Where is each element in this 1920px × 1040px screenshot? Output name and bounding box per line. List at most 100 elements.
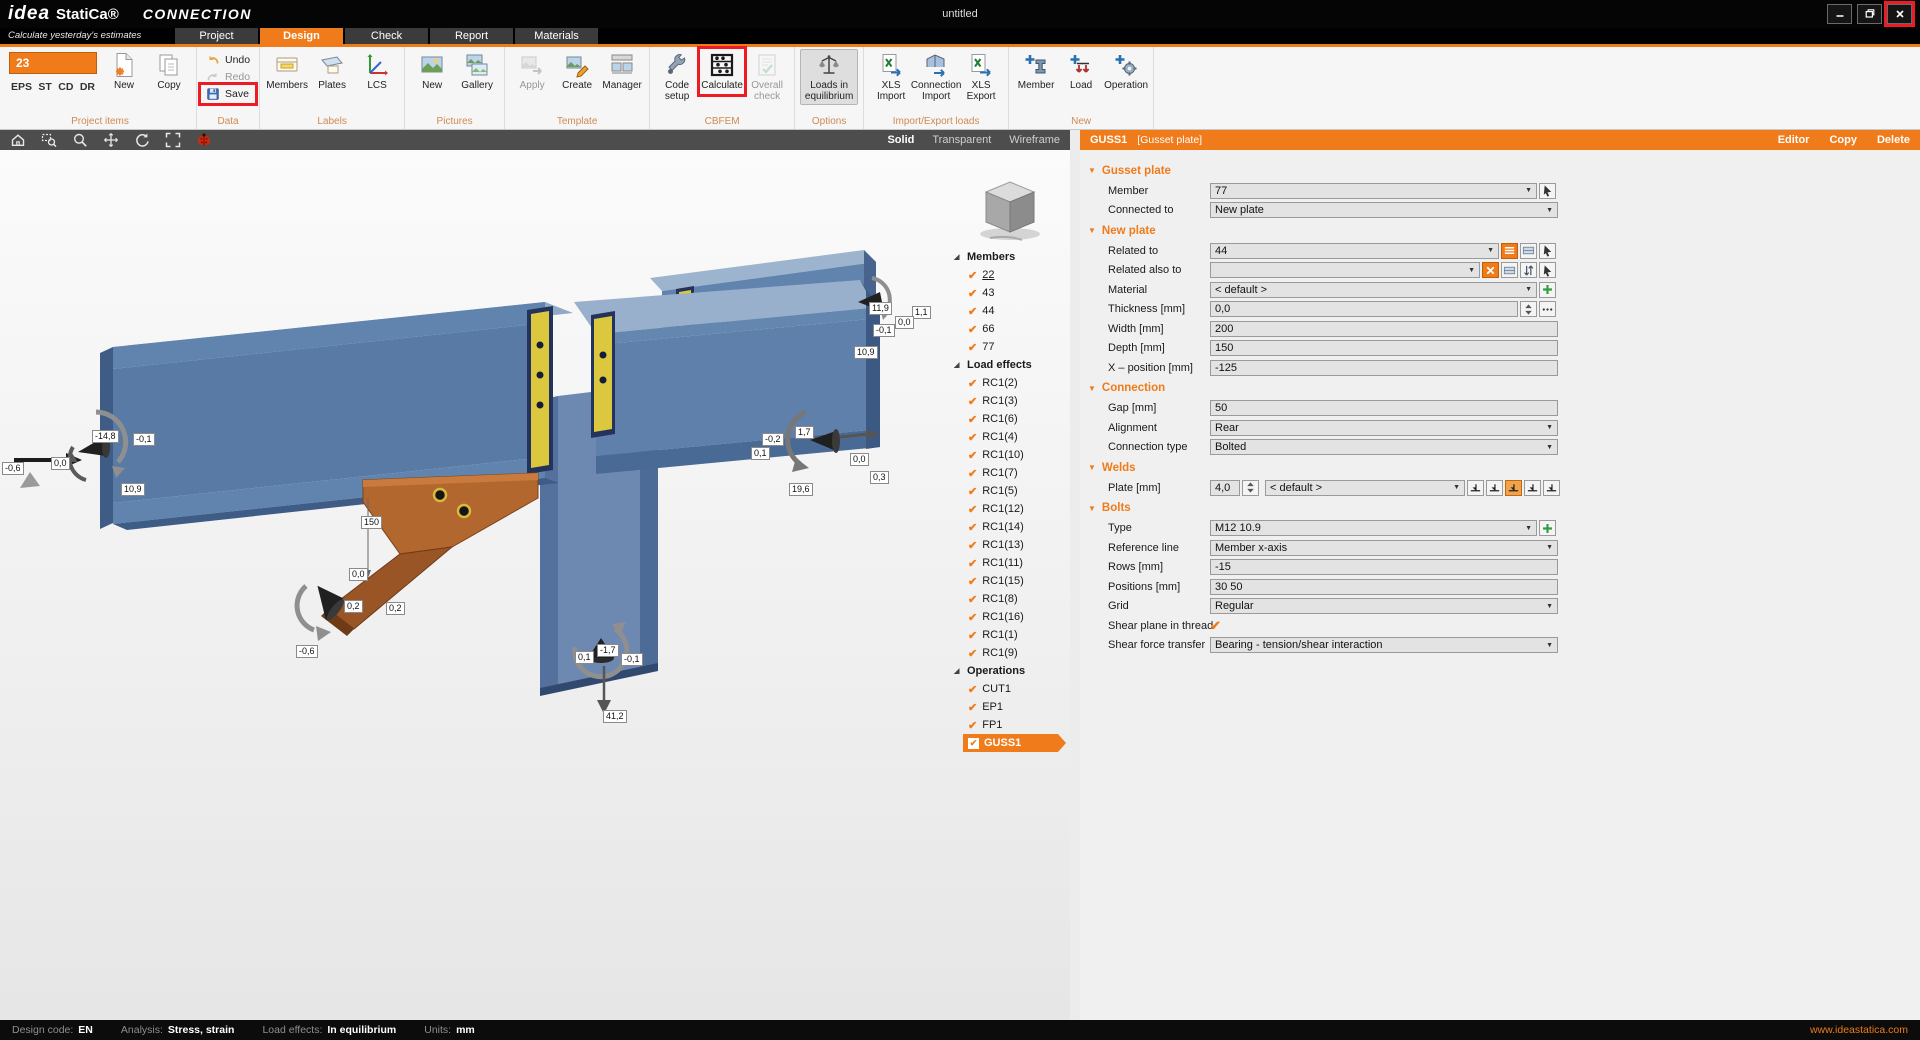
tree-section-load-effects[interactable]: ◢Load effects: [954, 356, 1066, 374]
copy-button[interactable]: Copy: [1829, 134, 1857, 146]
delete-button[interactable]: Delete: [1877, 134, 1910, 146]
width-mm-input[interactable]: 200: [1210, 321, 1558, 337]
tree-item-rc1-16[interactable]: ✔RC1(16): [954, 608, 1066, 626]
more-button[interactable]: [1539, 301, 1556, 317]
gallery-button[interactable]: Gallery: [455, 49, 499, 94]
members-button[interactable]: Members: [265, 49, 309, 94]
view-mode-solid[interactable]: Solid: [887, 134, 914, 146]
tree-item-rc1-2[interactable]: ✔RC1(2): [954, 374, 1066, 392]
weld-material-dropdown[interactable]: < default >▼: [1265, 480, 1465, 496]
tree-item-66[interactable]: ✔66: [954, 320, 1066, 338]
3d-scene-area[interactable]: 11,91,10,0-0,110,9-14,8-0,10,0-0,610,91,…: [0, 150, 1070, 1020]
connection-import-button[interactable]: Connection Import: [914, 49, 958, 105]
tree-section-members[interactable]: ◢Members: [954, 248, 1066, 266]
maximize-button[interactable]: [1857, 4, 1882, 24]
section-header-bolts[interactable]: ▼Bolts: [1080, 498, 1920, 519]
create-button[interactable]: Create: [555, 49, 599, 94]
tree-item-cut1[interactable]: ✔CUT1: [954, 680, 1066, 698]
zoom-window-icon[interactable]: [41, 132, 57, 148]
pick-button[interactable]: [1539, 183, 1556, 199]
overall-check-button[interactable]: Overall check: [745, 49, 789, 105]
gap-mm-input[interactable]: 50: [1210, 400, 1558, 416]
plate-gray-button[interactable]: [1520, 243, 1537, 259]
editor-button[interactable]: Editor: [1778, 134, 1810, 146]
shear-plane-in-thread-checkbox[interactable]: ✔: [1210, 618, 1221, 634]
weld-type-1-button[interactable]: [1467, 480, 1484, 496]
tree-item-rc1-7[interactable]: ✔RC1(7): [954, 464, 1066, 482]
undo-button[interactable]: Undo: [202, 52, 254, 68]
apply-button[interactable]: Apply: [510, 49, 554, 94]
xls-import-button[interactable]: XLS Import: [869, 49, 913, 105]
code-setup-button[interactable]: Code setup: [655, 49, 699, 105]
project-toggle-eps[interactable]: EPS: [11, 81, 32, 93]
type-dropdown[interactable]: M12 10.9▼: [1210, 520, 1537, 536]
right-fin-plate-3d[interactable]: [591, 311, 615, 438]
operation-button[interactable]: Operation: [1104, 49, 1148, 94]
pick-button[interactable]: [1539, 243, 1556, 259]
tree-item-rc1-13[interactable]: ✔RC1(13): [954, 536, 1066, 554]
section-header-welds[interactable]: ▼Welds: [1080, 457, 1920, 478]
tree-section-operations[interactable]: ◢Operations: [954, 662, 1066, 680]
home-icon[interactable]: [10, 132, 26, 148]
zoom-icon[interactable]: [72, 132, 88, 148]
weld-type-2-button[interactable]: [1486, 480, 1503, 496]
tree-item-rc1-4[interactable]: ✔RC1(4): [954, 428, 1066, 446]
tree-item-rc1-14[interactable]: ✔RC1(14): [954, 518, 1066, 536]
tree-item-rc1-6[interactable]: ✔RC1(6): [954, 410, 1066, 428]
tree-item-rc1-8[interactable]: ✔RC1(8): [954, 590, 1066, 608]
tree-item-guss1[interactable]: ✔GUSS1: [963, 734, 1066, 752]
tree-item-rc1-11[interactable]: ✔RC1(11): [954, 554, 1066, 572]
new-button[interactable]: New: [102, 49, 146, 94]
material-dropdown[interactable]: < default >▼: [1210, 282, 1537, 298]
plate-gray-button[interactable]: [1501, 262, 1518, 278]
tree-item-44[interactable]: ✔44: [954, 302, 1066, 320]
tab-report[interactable]: Report: [430, 28, 513, 44]
section-header-connection[interactable]: ▼Connection: [1080, 378, 1920, 399]
tab-check[interactable]: Check: [345, 28, 428, 44]
checkbox-checked-icon[interactable]: ✔: [968, 738, 979, 749]
tree-item-fp1[interactable]: ✔FP1: [954, 716, 1066, 734]
tree-item-rc1-3[interactable]: ✔RC1(3): [954, 392, 1066, 410]
spinner-button[interactable]: [1520, 301, 1537, 317]
save-button[interactable]: Save: [202, 86, 254, 102]
calculate-button[interactable]: Calculate: [700, 49, 744, 94]
tree-item-rc1-10[interactable]: ✔RC1(10): [954, 446, 1066, 464]
tree-item-rc1-15[interactable]: ✔RC1(15): [954, 572, 1066, 590]
related-to-dropdown[interactable]: 44▼: [1210, 243, 1499, 259]
member-button[interactable]: Member: [1014, 49, 1058, 94]
section-header-gusset-plate[interactable]: ▼Gusset plate: [1080, 160, 1920, 181]
tab-materials[interactable]: Materials: [515, 28, 598, 44]
tree-item-rc1-9[interactable]: ✔RC1(9): [954, 644, 1066, 662]
pan-icon[interactable]: [103, 132, 119, 148]
ladybug-icon[interactable]: [196, 132, 212, 148]
positions-mm-input[interactable]: 30 50: [1210, 579, 1558, 595]
tree-item-rc1-12[interactable]: ✔RC1(12): [954, 500, 1066, 518]
loads-in-equilibrium-button[interactable]: Loads in equilibrium: [800, 49, 858, 105]
spinner-icon[interactable]: [1242, 480, 1259, 496]
manager-button[interactable]: Manager: [600, 49, 644, 94]
rows-mm-input[interactable]: -15: [1210, 559, 1558, 575]
xls-export-button[interactable]: XLS Export: [959, 49, 1003, 105]
tree-item-rc1-5[interactable]: ✔RC1(5): [954, 482, 1066, 500]
swap-button[interactable]: [1520, 262, 1537, 278]
add-button[interactable]: [1539, 520, 1556, 536]
project-toggle-cd[interactable]: CD: [58, 81, 73, 93]
view-mode-transparent[interactable]: Transparent: [932, 134, 991, 146]
related-also-to-dropdown[interactable]: ▼: [1210, 262, 1480, 278]
section-header-new-plate[interactable]: ▼New plate: [1080, 220, 1920, 241]
tree-item-22[interactable]: ✔22: [954, 266, 1066, 284]
tree-item-rc1-1[interactable]: ✔RC1(1): [954, 626, 1066, 644]
new-button[interactable]: New: [410, 49, 454, 94]
load-button[interactable]: Load: [1059, 49, 1103, 94]
plates-button[interactable]: Plates: [310, 49, 354, 94]
shear-force-transfer-dropdown[interactable]: Bearing - tension/shear interaction▼: [1210, 637, 1558, 653]
navigation-cube[interactable]: [974, 170, 1046, 246]
weld-size-input[interactable]: 4,0: [1210, 480, 1240, 496]
lcs-button[interactable]: LCS: [355, 49, 399, 94]
project-item-selector[interactable]: 23: [9, 52, 97, 74]
fit-icon[interactable]: [165, 132, 181, 148]
left-fin-plate-3d[interactable]: [527, 306, 553, 474]
project-toggle-st[interactable]: ST: [38, 81, 51, 93]
tree-item-77[interactable]: ✔77: [954, 338, 1066, 356]
alignment-dropdown[interactable]: Rear▼: [1210, 420, 1558, 436]
